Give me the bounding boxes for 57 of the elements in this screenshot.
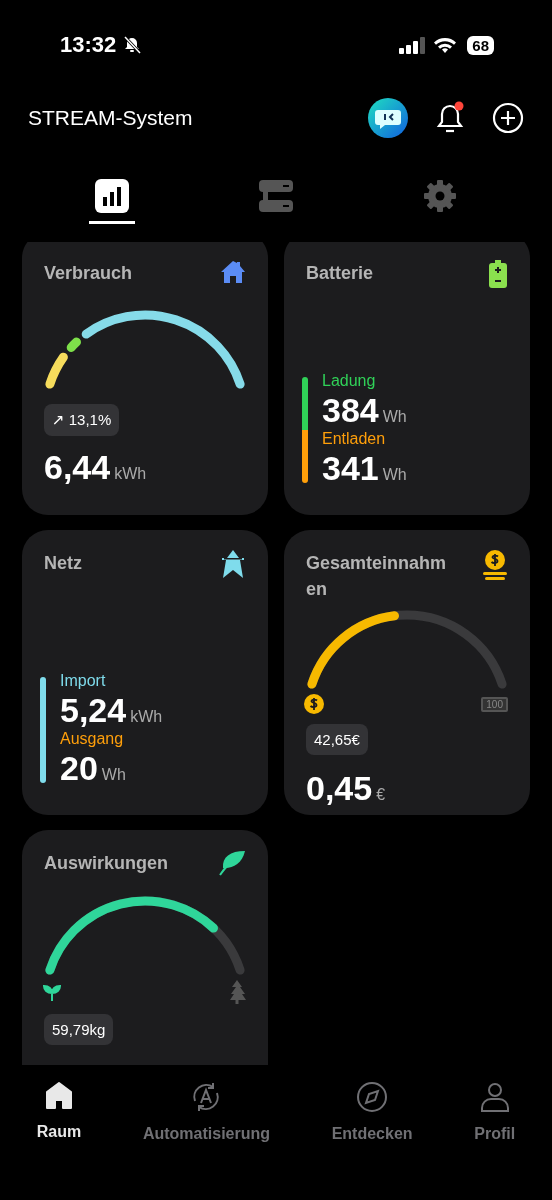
chat-icon[interactable]	[368, 98, 408, 138]
app-title: STREAM-System	[28, 106, 193, 130]
dashboard-card[interactable]: Gesamteinnahmen 100 42,65€ 0,45€	[284, 530, 530, 815]
bar-chart-icon[interactable]	[95, 178, 129, 213]
card-title: Netz	[44, 552, 82, 575]
unit-text: Wh	[101, 766, 126, 784]
dashboard-card[interactable]: Batterie Ladung 384 Wh Entladen 341 Wh	[284, 242, 530, 515]
sprout-icon	[42, 982, 62, 1002]
dashboard-card[interactable]: Verbrauch ↗ 13,1% 6,44 kWh	[22, 242, 268, 515]
wifi-icon	[433, 36, 458, 54]
banknote-label: 100	[481, 696, 508, 712]
value-text: 6,44	[44, 448, 111, 486]
pylon-icon	[220, 550, 246, 578]
value-badge: ↗ 13,1%	[44, 404, 120, 436]
coin-stack-icon	[482, 550, 508, 580]
unit-text: Wh	[382, 466, 407, 484]
profile-icon[interactable]	[478, 1081, 511, 1113]
leaf-icon	[218, 850, 246, 876]
battery-indicator: 68	[467, 35, 494, 55]
metric-label: Entladen	[322, 429, 387, 449]
value-text: 5,24	[60, 691, 127, 729]
settings-icon[interactable]	[423, 178, 457, 213]
add-icon[interactable]	[492, 102, 524, 134]
value-badge: 42,65€	[306, 724, 368, 755]
battery-icon	[488, 260, 508, 288]
coin-icon	[304, 694, 324, 714]
card-title: Auswirkungen	[44, 852, 168, 875]
notification-bell-icon[interactable]	[434, 101, 466, 135]
home-icon[interactable]	[44, 1081, 75, 1111]
nav-tab[interactable]: Entdecken	[331, 1081, 413, 1200]
nav-tab[interactable]: Raum	[36, 1081, 82, 1200]
dashboard-card[interactable]: Auswirkungen 59,79kg	[22, 830, 268, 1065]
dashboard-card[interactable]: Netz Import 5,24 kWh Ausgang 20 Wh	[22, 530, 268, 815]
unit-text: Wh	[382, 408, 407, 426]
metric-label: Import	[60, 671, 107, 691]
status-time: 13:32	[60, 32, 117, 58]
metric-label: Ladung	[322, 371, 377, 391]
tree-icon	[228, 980, 246, 1004]
devices-icon[interactable]	[259, 178, 293, 213]
value-text: 384	[322, 391, 379, 429]
unit-text: kWh	[130, 708, 163, 726]
compass-icon[interactable]	[356, 1081, 389, 1113]
value-text: 341	[322, 449, 379, 487]
card-title: Gesamteinnahmen	[306, 552, 448, 601]
home-icon	[220, 260, 246, 284]
unit-text: kWh	[114, 465, 147, 483]
value-text: 20	[60, 749, 98, 787]
card-title: Batterie	[306, 262, 374, 285]
signal-icon	[399, 36, 428, 54]
nav-tab[interactable]: Profil	[474, 1081, 516, 1200]
metric-label: Ausgang	[60, 729, 125, 749]
value-text: 0,45	[306, 769, 373, 807]
muted-bell-icon	[122, 35, 143, 55]
card-title: Verbrauch	[44, 262, 133, 285]
unit-text: €	[376, 786, 386, 804]
nav-tab[interactable]: Automatisierung	[142, 1081, 271, 1200]
value-badge: 59,79kg	[44, 1014, 114, 1045]
